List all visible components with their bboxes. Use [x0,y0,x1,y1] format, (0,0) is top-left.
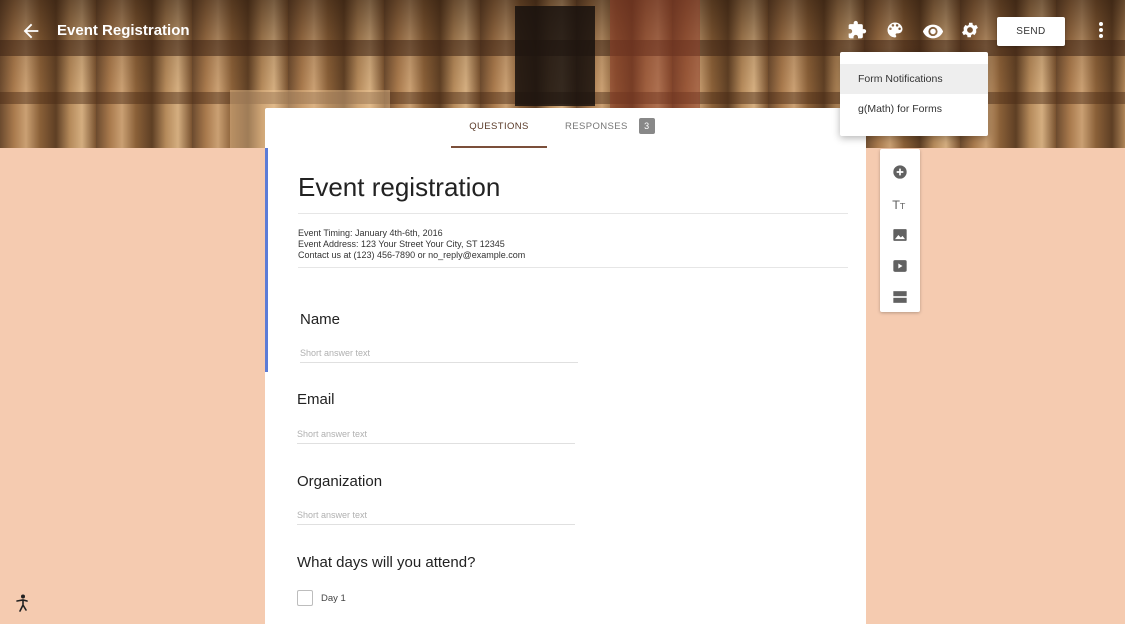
palette-icon[interactable] [885,20,907,42]
question-title-attendance-days[interactable]: What days will you attend? [297,554,475,571]
add-title-text-icon[interactable]: TT [890,194,910,214]
more-vert-icon[interactable] [1094,20,1108,44]
form-header-section[interactable]: Event registration Event Timing: January… [265,148,866,372]
menu-item-gmath-for-forms[interactable]: g(Math) for Forms [840,94,988,124]
tab-responses[interactable]: RESPONSES 3 [565,108,655,146]
settings-gear-icon[interactable] [960,20,982,42]
svg-text:T: T [892,198,901,212]
question-title-organization[interactable]: Organization [297,473,382,490]
form-description[interactable]: Event Timing: January 4th-6th, 2016 Even… [298,228,848,268]
tabs-bar: QUESTIONS RESPONSES 3 [265,108,866,148]
responses-count-badge: 3 [638,118,655,135]
svg-text:T: T [899,201,906,211]
day-1-checkbox[interactable] [297,590,313,606]
description-line: Event Address: 123 Your Street Your City… [298,239,505,249]
email-answer-input[interactable] [297,425,575,444]
add-question-icon[interactable] [890,162,910,182]
add-on-puzzle-icon[interactable] [847,20,869,42]
send-button[interactable]: SEND [997,17,1065,46]
tab-questions[interactable]: QUESTIONS [451,108,547,148]
add-ons-menu: Form Notifications g(Math) for Forms [840,52,988,136]
form-card: Event registration Event Timing: January… [265,148,866,624]
form-heading[interactable]: Event registration [298,172,848,214]
add-image-icon[interactable] [890,225,910,245]
description-line: Contact us at (123) 456-7890 or no_reply… [298,250,526,260]
add-video-icon[interactable] [890,256,910,276]
day-1-label: Day 1 [321,593,346,604]
form-title: Event Registration [57,22,190,39]
question-title-name[interactable]: Name [300,311,340,328]
back-arrow-icon[interactable] [20,20,42,42]
menu-item-form-notifications[interactable]: Form Notifications [840,64,988,94]
tab-responses-label: RESPONSES [565,121,628,132]
name-answer-input[interactable] [300,344,578,363]
description-line: Event Timing: January 4th-6th, 2016 [298,228,443,238]
accessibility-person-icon[interactable] [14,594,30,612]
question-title-email[interactable]: Email [297,391,335,408]
side-toolbar: TT [880,149,920,312]
preview-eye-icon[interactable] [922,20,944,42]
add-section-icon[interactable] [890,287,910,307]
organization-answer-input[interactable] [297,506,575,525]
